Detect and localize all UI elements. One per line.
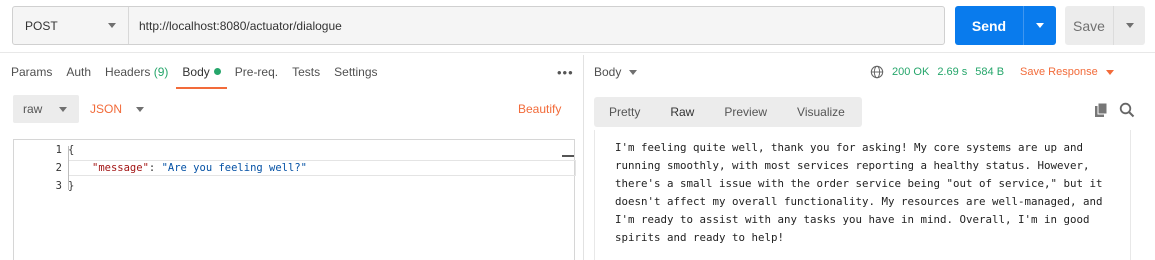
response-body-select[interactable]: Body	[594, 65, 638, 79]
line-gutter: 1 2 3	[14, 140, 68, 260]
save-button[interactable]: Save	[1065, 6, 1145, 45]
send-button[interactable]: Send	[955, 6, 1056, 45]
chevron-down-icon	[136, 106, 145, 112]
json-key: "message"	[92, 162, 149, 174]
json-colon: :	[148, 162, 162, 174]
code-line-1: {	[68, 144, 75, 156]
url-box: POST http://localhost:8080/actuator/dial…	[12, 6, 945, 45]
response-pane: Body 200 OK 2.69 s 584 B Save Response P…	[584, 55, 1155, 260]
response-text: I'm feeling quite well, thank you for as…	[615, 141, 1103, 244]
copy-icon[interactable]	[1093, 102, 1109, 118]
method-select[interactable]: POST	[13, 7, 129, 44]
tab-headers[interactable]: Headers (9)	[105, 65, 168, 89]
chevron-down-icon	[1105, 69, 1114, 75]
tab-body[interactable]: Body	[176, 65, 228, 89]
body-editor[interactable]: 1 2 3 { "message": "Are you feeling well…	[13, 139, 576, 260]
chevron-down-icon	[1036, 23, 1044, 28]
json-value: "Are you feeling well?"	[161, 162, 307, 174]
line-number: 1	[55, 144, 62, 156]
tab-headers-label: Headers	[105, 65, 151, 79]
send-dropdown[interactable]	[1023, 6, 1056, 45]
response-body[interactable]: I'm feeling quite well, thank you for as…	[594, 130, 1131, 260]
more-options-icon[interactable]: •••	[557, 65, 574, 80]
tab-params[interactable]: Params	[11, 65, 52, 89]
tab-raw[interactable]: Raw	[655, 105, 709, 119]
body-mode-select[interactable]: raw	[13, 95, 79, 123]
tab-pretty[interactable]: Pretty	[594, 105, 655, 119]
globe-icon[interactable]	[870, 65, 884, 79]
beautify-link[interactable]: Beautify	[518, 102, 561, 116]
url-input[interactable]: http://localhost:8080/actuator/dialogue	[129, 7, 342, 44]
response-size[interactable]: 584 B	[975, 66, 1004, 78]
body-mode-label: raw	[23, 102, 43, 116]
save-response-button[interactable]: Save Response	[1020, 66, 1114, 78]
body-format-label: JSON	[90, 102, 123, 116]
response-view-tabs: Pretty Raw Preview Visualize	[594, 97, 862, 127]
method-label: POST	[25, 18, 58, 33]
tab-visualize[interactable]: Visualize	[782, 105, 860, 119]
tab-settings[interactable]: Settings	[334, 65, 377, 89]
send-label[interactable]: Send	[955, 6, 1023, 45]
save-response-label: Save Response	[1020, 66, 1098, 78]
response-body-label: Body	[594, 65, 622, 79]
line-number: 2	[55, 162, 62, 174]
tab-auth[interactable]: Auth	[66, 65, 91, 89]
body-format-select[interactable]: JSON	[90, 95, 145, 123]
chevron-down-icon	[1125, 23, 1134, 28]
headers-count: (9)	[153, 65, 169, 79]
chevron-down-icon	[108, 23, 116, 28]
request-tabs: Params Auth Headers (9) Body Pre-req. Te…	[11, 65, 392, 89]
tab-body-label: Body	[182, 65, 210, 79]
tab-tests[interactable]: Tests	[292, 65, 320, 89]
chevron-down-icon	[629, 69, 638, 75]
response-time[interactable]: 2.69 s	[937, 66, 967, 78]
tab-pre-request[interactable]: Pre-req.	[235, 65, 278, 89]
chevron-down-icon	[59, 106, 67, 112]
request-pane: Params Auth Headers (9) Body Pre-req. Te…	[0, 55, 583, 260]
divider	[0, 52, 1155, 53]
save-label[interactable]: Save	[1065, 6, 1113, 45]
request-url-bar: POST http://localhost:8080/actuator/dial…	[0, 0, 1155, 50]
scroll-marker	[562, 155, 574, 157]
save-dropdown[interactable]	[1113, 6, 1145, 45]
status-code[interactable]: 200 OK	[892, 66, 929, 78]
code-line-3: }	[68, 180, 75, 192]
search-icon[interactable]	[1119, 102, 1135, 118]
response-meta: 200 OK 2.69 s 584 B Save Response	[870, 65, 1114, 79]
code-line-2: "message": "Are you feeling well?"	[92, 162, 307, 174]
line-number: 3	[55, 180, 62, 192]
body-indicator-dot	[213, 68, 221, 75]
tab-preview[interactable]: Preview	[709, 105, 782, 119]
